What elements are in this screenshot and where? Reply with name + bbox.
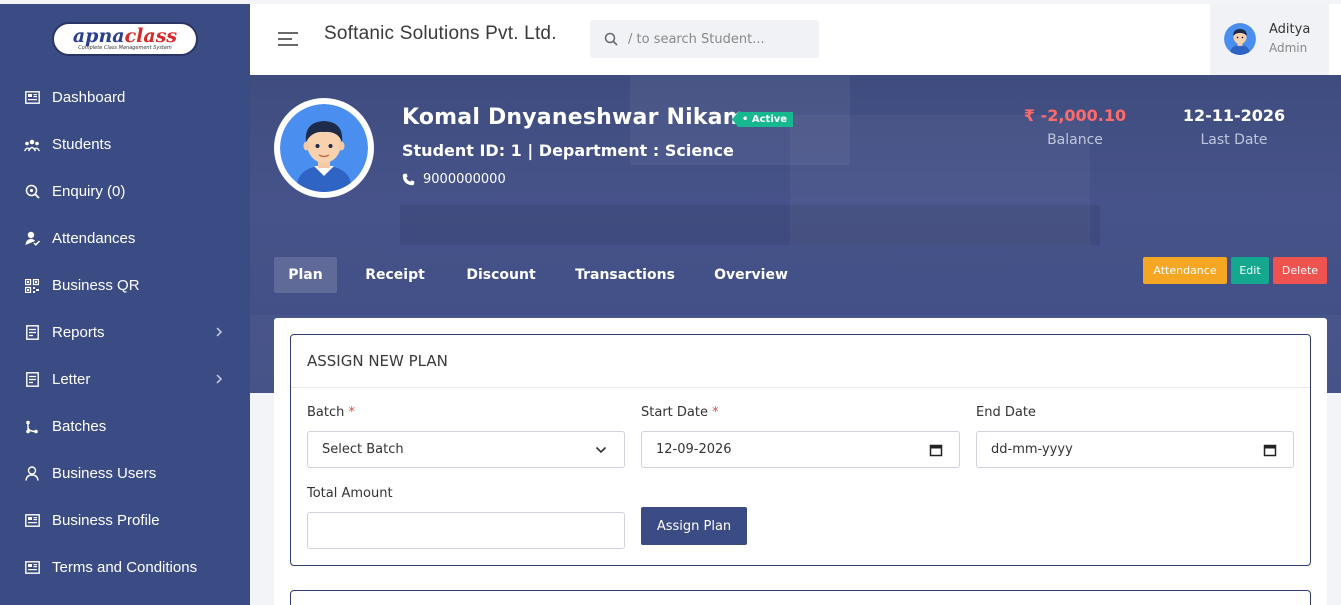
reports-icon [24, 325, 40, 341]
assign-plan-button[interactable]: Assign Plan [641, 507, 747, 545]
enquiry-icon [24, 184, 40, 200]
sidebar-item-letter[interactable]: Letter [0, 356, 250, 403]
total-amount-input[interactable] [307, 512, 625, 549]
sidebar-item-batches[interactable]: Batches [0, 403, 250, 450]
company-name: Softanic Solutions Pvt. Ltd. [324, 23, 557, 44]
apnaclass-logo[interactable]: apnaclass Complete Class Management Syst… [52, 22, 198, 56]
calendar-icon[interactable] [929, 443, 943, 457]
top-header: Softanic Solutions Pvt. Ltd. Aditya Admi… [250, 4, 1341, 75]
last-date-label: Last Date [1200, 132, 1268, 148]
phone-icon [402, 173, 415, 186]
start-date-input[interactable]: 12-09-2026 [641, 431, 960, 468]
plan-card: ASSIGN NEW PLAN Batch * Select Batch Sta… [274, 318, 1327, 605]
user-name: Aditya [1269, 22, 1311, 37]
sidebar-item-attendances[interactable]: Attendances [0, 215, 250, 262]
sidebar-item-terms[interactable]: Terms and Conditions [0, 544, 250, 591]
avatar [1224, 23, 1256, 55]
batches-icon [24, 419, 40, 435]
user-role: Admin [1269, 41, 1308, 55]
logo-area: apnaclass Complete Class Management Syst… [0, 4, 250, 74]
tab-discount[interactable]: Discount [455, 257, 547, 293]
batch-select[interactable]: Select Batch [307, 431, 625, 468]
balance-value: ₹ -2,000.10 [1023, 106, 1127, 125]
calendar-icon[interactable] [1263, 443, 1277, 457]
terms-icon [24, 560, 40, 576]
letter-icon [24, 372, 40, 388]
sidebar-item-business-profile[interactable]: Business Profile [0, 497, 250, 544]
assign-plan-panel: ASSIGN NEW PLAN Batch * Select Batch Sta… [290, 334, 1311, 566]
hamburger-menu-icon[interactable] [277, 31, 299, 47]
chevron-right-icon [216, 327, 223, 337]
last-date-value: 12-11-2026 [1182, 106, 1286, 125]
chevron-right-icon [216, 374, 223, 384]
tab-plan[interactable]: Plan [274, 257, 337, 293]
end-date-label: End Date [976, 405, 1036, 420]
tab-overview[interactable]: Overview [708, 257, 794, 293]
next-panel [290, 590, 1311, 605]
sidebar-item-dashboard[interactable]: Dashboard [0, 74, 250, 121]
sidebar-item-students[interactable]: Students [0, 121, 250, 168]
dashboard-icon [24, 90, 40, 106]
attendance-button[interactable]: Attendance [1143, 257, 1227, 284]
sidebar-item-business-qr[interactable]: Business QR [0, 262, 250, 309]
delete-button[interactable]: Delete [1273, 257, 1327, 284]
profile-icon [24, 513, 40, 529]
tab-receipt[interactable]: Receipt [355, 257, 435, 293]
banner-decoration [400, 205, 1100, 245]
student-id-department: Student ID: 1 | Department : Science [402, 141, 734, 160]
edit-button[interactable]: Edit [1231, 257, 1269, 284]
batch-label: Batch * [307, 405, 356, 420]
student-name: Komal Dnyaneshwar Nikam [402, 105, 746, 130]
search-icon [604, 32, 618, 46]
balance-label: Balance [1047, 132, 1103, 148]
student-phone: 9000000000 [402, 172, 506, 187]
student-avatar [274, 98, 374, 198]
qr-icon [24, 278, 40, 294]
student-search[interactable] [590, 20, 819, 58]
tab-transactions[interactable]: Transactions [568, 257, 682, 293]
sidebar-item-business-users[interactable]: Business Users [0, 450, 250, 497]
sidebar-item-enquiry[interactable]: Enquiry (0) [0, 168, 250, 215]
sidebar-nav: Dashboard Students Enquiry (0) Attendanc… [0, 74, 250, 591]
status-badge: • Active [732, 112, 794, 127]
panel-title: ASSIGN NEW PLAN [291, 335, 1310, 388]
user-menu[interactable]: Aditya Admin [1210, 4, 1329, 75]
sidebar: apnaclass Complete Class Management Syst… [0, 4, 250, 605]
students-icon [24, 137, 40, 153]
attendance-icon [24, 231, 40, 247]
end-date-input[interactable]: dd-mm-yyyy [976, 431, 1294, 468]
start-date-label: Start Date * [641, 405, 719, 420]
sidebar-item-reports[interactable]: Reports [0, 309, 250, 356]
total-amount-label: Total Amount [307, 486, 393, 501]
chevron-down-icon [595, 446, 607, 454]
search-input[interactable] [628, 31, 808, 47]
user-icon [24, 466, 40, 482]
